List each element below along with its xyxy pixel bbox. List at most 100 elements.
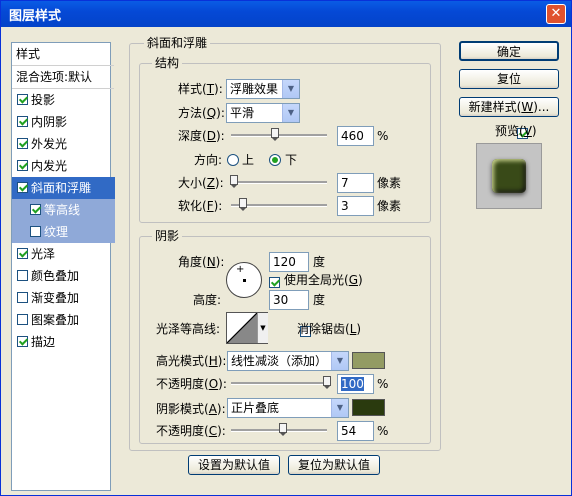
style-item-contour[interactable]: 等高线 — [12, 199, 115, 221]
style-item-inner-glow[interactable]: 内发光 — [12, 155, 115, 177]
dial-center-dot — [243, 279, 246, 282]
global-light-checkbox[interactable] — [269, 277, 280, 288]
shadow-color-swatch[interactable] — [352, 399, 385, 416]
reset-default-button[interactable]: 复位为默认值 — [288, 455, 380, 475]
antialias-label: 消除锯齿(L) — [297, 322, 362, 336]
checkbox[interactable] — [30, 226, 41, 237]
style-item-stroke[interactable]: 描边 — [12, 331, 115, 353]
depth-unit: % — [377, 129, 389, 143]
style-item-gradient-overlay[interactable]: 渐变叠加 — [12, 287, 115, 309]
angle-unit: 度 — [313, 255, 326, 269]
highlight-opacity-input[interactable]: 100 — [337, 374, 374, 394]
highlight-opacity-slider-track[interactable] — [231, 382, 327, 385]
shadow-mode-select[interactable]: 正片叠底 ▼ — [227, 398, 349, 418]
preview-swatch — [492, 159, 526, 193]
depth-slider-thumb[interactable] — [271, 128, 280, 141]
checkbox[interactable] — [17, 94, 28, 105]
checkbox[interactable] — [17, 248, 28, 259]
angle-label: 角度(N): — [178, 255, 225, 269]
chevron-down-icon: ▼ — [331, 352, 348, 370]
structure-title: 结构 — [152, 56, 183, 70]
global-light-label: 使用全局光(G) — [284, 273, 363, 287]
close-button[interactable]: ✕ — [546, 4, 566, 24]
shadow-opacity-label: 不透明度(C): — [156, 424, 226, 438]
direction-down-radio[interactable] — [269, 154, 281, 166]
style-preview-thumbnail — [476, 143, 542, 209]
highlight-opacity-label: 不透明度(O): — [156, 377, 227, 391]
checkbox[interactable] — [17, 292, 28, 303]
technique-label: 方法(Q): — [178, 106, 225, 120]
style-list: 样式 混合选项:默认 投影 内阴影 外发光 内发光 斜面和浮雕 等高线 纹理 光… — [11, 42, 115, 491]
shadow-opacity-input[interactable]: 54 — [337, 421, 374, 441]
checkbox[interactable] — [17, 138, 28, 149]
depth-input[interactable]: 460 — [337, 126, 374, 146]
ok-button[interactable]: 确定 — [459, 41, 559, 61]
style-item-pattern-overlay[interactable]: 图案叠加 — [12, 309, 115, 331]
direction-label: 方向: — [194, 153, 223, 167]
style-select[interactable]: 浮雕效果 ▼ — [226, 79, 300, 99]
direction-up-label: 上 — [242, 153, 255, 167]
style-label: 样式(T): — [178, 82, 223, 96]
checkbox[interactable] — [30, 204, 41, 215]
highlight-opacity-unit: % — [377, 377, 389, 391]
style-item-bevel-emboss[interactable]: 斜面和浮雕 — [12, 177, 115, 199]
soften-input[interactable]: 3 — [337, 196, 374, 216]
technique-select[interactable]: 平滑 ▼ — [226, 103, 300, 123]
checkbox[interactable] — [17, 182, 28, 193]
altitude-input[interactable]: 30 — [269, 290, 309, 310]
style-item-satin[interactable]: 光泽 — [12, 243, 115, 265]
close-icon: ✕ — [550, 6, 562, 21]
altitude-unit: 度 — [313, 293, 326, 307]
blend-options-item[interactable]: 混合选项:默认 — [12, 66, 114, 89]
chevron-down-icon: ▼ — [257, 313, 268, 343]
angle-dial[interactable]: + — [226, 262, 262, 298]
size-label: 大小(Z): — [178, 176, 224, 190]
shadow-opacity-unit: % — [377, 424, 389, 438]
checkbox[interactable] — [17, 116, 28, 127]
preview-label: 预览(V) — [495, 124, 537, 138]
shading-title: 阴影 — [152, 229, 183, 243]
reset-button[interactable]: 复位 — [459, 69, 559, 89]
soften-label: 软化(F): — [178, 199, 223, 213]
gloss-contour-picker[interactable]: ▼ — [226, 312, 268, 344]
style-item-outer-glow[interactable]: 外发光 — [12, 133, 115, 155]
highlight-mode-select[interactable]: 线性减淡（添加） ▼ — [227, 351, 349, 371]
altitude-label: 高度: — [193, 293, 222, 307]
checkbox[interactable] — [17, 336, 28, 347]
contour-preview-icon — [227, 313, 257, 343]
direction-down-label: 下 — [285, 153, 298, 167]
soften-slider-thumb[interactable] — [238, 198, 247, 211]
angle-input[interactable]: 120 — [269, 252, 309, 272]
gloss-contour-label: 光泽等高线: — [156, 322, 221, 336]
bevel-emboss-title: 斜面和浮雕 — [144, 36, 211, 50]
highlight-opacity-slider-thumb[interactable] — [323, 376, 331, 389]
crosshair-icon: + — [236, 264, 245, 275]
shadow-mode-label: 阴影模式(A): — [156, 402, 226, 416]
highlight-color-swatch[interactable] — [352, 352, 385, 369]
checkbox[interactable] — [17, 270, 28, 281]
size-slider-track[interactable] — [231, 181, 327, 184]
shadow-opacity-slider-thumb[interactable] — [278, 423, 287, 436]
dialog-title: 图层样式 — [9, 9, 62, 24]
style-item-texture[interactable]: 纹理 — [12, 221, 115, 243]
new-style-button[interactable]: 新建样式(W)... — [459, 97, 559, 117]
style-item-drop-shadow[interactable]: 投影 — [12, 89, 115, 111]
chevron-down-icon: ▼ — [282, 104, 299, 122]
size-input[interactable]: 7 — [337, 173, 374, 193]
size-slider-thumb[interactable] — [229, 175, 238, 188]
size-unit: 像素 — [377, 176, 402, 190]
depth-label: 深度(D): — [178, 129, 225, 143]
chevron-down-icon: ▼ — [331, 399, 348, 417]
style-item-inner-shadow[interactable]: 内阴影 — [12, 111, 115, 133]
style-item-color-overlay[interactable]: 颜色叠加 — [12, 265, 115, 287]
chevron-down-icon: ▼ — [282, 80, 299, 98]
highlight-mode-label: 高光模式(H): — [156, 354, 227, 368]
style-list-header[interactable]: 样式 — [12, 43, 114, 66]
checkbox[interactable] — [17, 314, 28, 325]
title-bar[interactable]: 图层样式 ✕ — [1, 1, 571, 27]
checkbox[interactable] — [17, 160, 28, 171]
soften-unit: 像素 — [377, 199, 402, 213]
layer-style-dialog: 图层样式 ✕ 样式 混合选项:默认 投影 内阴影 外发光 内发光 斜面和浮雕 等… — [0, 0, 572, 496]
direction-up-radio[interactable] — [227, 154, 239, 166]
set-default-button[interactable]: 设置为默认值 — [188, 455, 280, 475]
